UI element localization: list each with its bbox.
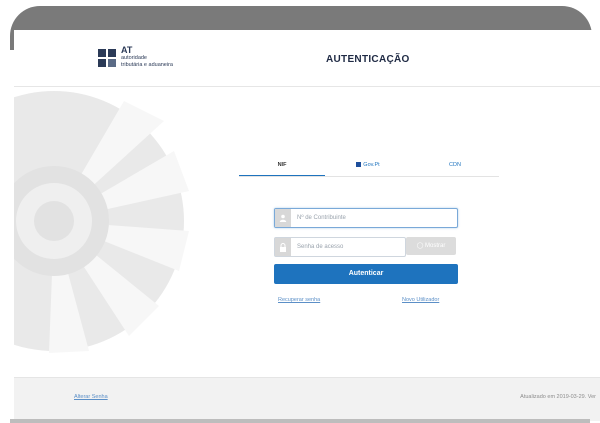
- show-password-label: Mostrar: [425, 243, 446, 249]
- page-title: AUTENTICAÇÃO: [326, 54, 410, 65]
- at-logo[interactable]: AT autoridade tributária e aduaneira: [98, 46, 173, 69]
- eye-icon: ◯: [416, 243, 424, 249]
- password-placeholder: Senha de acesso: [297, 244, 344, 250]
- logo-text: AT autoridade tributária e aduaneira: [121, 46, 173, 69]
- show-password-button[interactable]: ◯ Mostrar: [406, 237, 456, 255]
- tab-gov-pt-label: Gov.Pt: [363, 162, 380, 168]
- recover-password-link[interactable]: Recuperar senha: [278, 297, 320, 303]
- user-icon: [275, 209, 291, 227]
- authenticate-button[interactable]: Autenticar: [274, 264, 458, 284]
- footer: Alterar Senha Atualizado em 2019-03-29. …: [14, 377, 600, 421]
- tabs-divider: [239, 176, 499, 177]
- at-logo-icon: [98, 48, 116, 67]
- screen: AT autoridade tributária e aduaneira AUT…: [14, 30, 600, 421]
- tab-gov-pt[interactable]: Gov.Pt: [325, 155, 411, 175]
- tab-cdn[interactable]: CDN: [411, 155, 499, 175]
- nif-field[interactable]: Nº de Contribuinte: [274, 208, 458, 228]
- device-bezel-bottom: [10, 419, 590, 423]
- lock-icon: [275, 238, 291, 256]
- background-emblem-icon: [14, 91, 189, 353]
- header: AT autoridade tributária e aduaneira AUT…: [14, 30, 600, 87]
- main-content: NIF Gov.Pt CDN Nº de Contribuinte Senha …: [14, 87, 600, 377]
- tab-nif[interactable]: NIF: [239, 155, 325, 177]
- login-tabs: NIF Gov.Pt CDN: [239, 155, 499, 177]
- updated-info: Atualizado em 2019-03-29. Ver: [520, 394, 596, 400]
- change-password-link[interactable]: Alterar Senha: [74, 394, 108, 400]
- logo-abbr: AT: [121, 45, 133, 55]
- nif-placeholder: Nº de Contribuinte: [297, 215, 346, 221]
- flag-icon: [356, 162, 362, 168]
- logo-line-1: autoridade: [121, 55, 147, 61]
- new-user-link[interactable]: Novo Utilizador: [402, 297, 439, 303]
- password-field[interactable]: Senha de acesso: [274, 237, 406, 257]
- logo-line-2: tributária e aduaneira: [121, 62, 173, 68]
